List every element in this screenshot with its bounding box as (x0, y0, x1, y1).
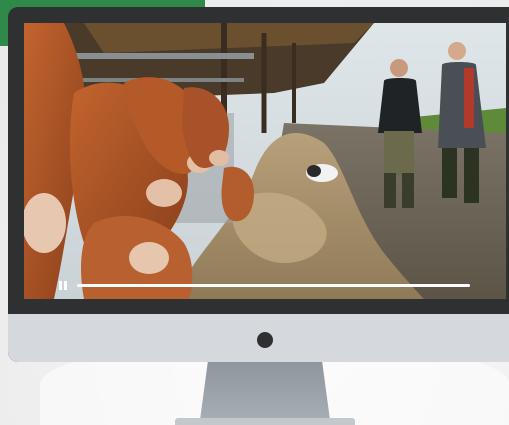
monitor-stand-base (175, 418, 355, 425)
video-frame-illustration (24, 23, 506, 299)
progress-fill (77, 284, 470, 287)
video-controls (24, 274, 506, 299)
power-button-icon (257, 332, 273, 348)
progress-bar[interactable] (77, 284, 470, 287)
page-stage (0, 0, 509, 425)
pause-icon[interactable] (57, 280, 69, 292)
monitor-stand (200, 362, 330, 420)
video-player[interactable] (24, 23, 506, 299)
